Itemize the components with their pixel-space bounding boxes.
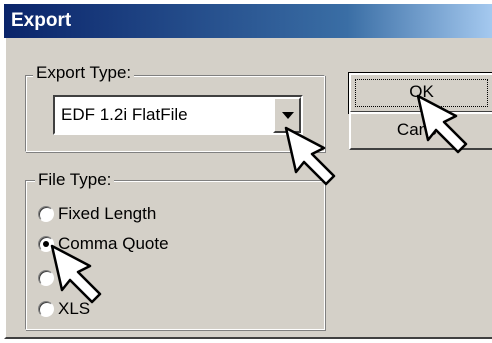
export-type-legend: Export Type: — [33, 63, 135, 83]
radio-button[interactable] — [38, 301, 54, 317]
cancel-button-label: Cance — [396, 120, 447, 139]
ok-button[interactable]: OK — [349, 73, 492, 113]
ok-button-label: OK — [409, 82, 434, 101]
export-type-selected-value: EDF 1.2i FlatFile — [61, 105, 188, 124]
file-type-legend: File Type: — [35, 170, 115, 190]
radio-button[interactable] — [38, 206, 54, 222]
radio-button[interactable] — [38, 270, 54, 286]
radio-button-selected[interactable] — [38, 236, 54, 252]
radio-label: XLS — [58, 299, 91, 318]
window-title: Export — [11, 10, 72, 31]
radio-label: Fixed Length — [58, 204, 157, 223]
title-bar: Export — [4, 4, 492, 38]
radio-label: Comma Quote — [58, 234, 169, 253]
cancel-button[interactable]: Cance — [349, 112, 492, 150]
radio-option-comma-quote[interactable]: Comma Quote — [38, 232, 238, 258]
radio-option-obscured[interactable] — [38, 266, 238, 292]
export-type-select[interactable]: EDF 1.2i FlatFile — [53, 95, 303, 135]
radio-option-fixed-length[interactable]: Fixed Length — [38, 202, 238, 228]
dropdown-arrow-button[interactable] — [273, 97, 301, 133]
radio-option-xls[interactable]: XLS — [38, 297, 238, 323]
